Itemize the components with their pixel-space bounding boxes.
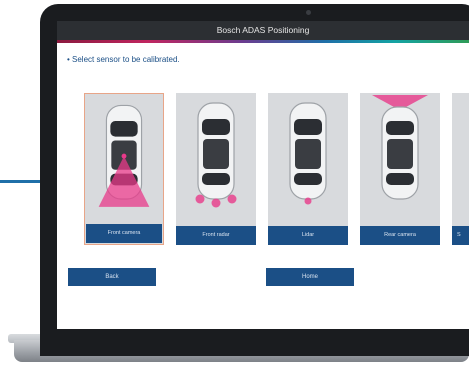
back-button[interactable]: Back bbox=[68, 268, 156, 286]
sensor-tile-front-camera[interactable]: Front camera bbox=[84, 93, 164, 245]
brand-color-stripe bbox=[57, 40, 469, 43]
home-button[interactable]: Home bbox=[266, 268, 354, 286]
sensor-label: Front camera bbox=[86, 224, 162, 243]
sensor-label: Rear camera bbox=[360, 226, 440, 245]
sensor-label: Front radar bbox=[176, 226, 256, 245]
sensor-tile-front-radar[interactable]: Front radar bbox=[176, 93, 256, 245]
window-title: Bosch ADAS Positioning bbox=[57, 21, 469, 40]
car-front-camera-icon bbox=[98, 104, 150, 207]
sensor-label: S bbox=[452, 226, 469, 245]
car-rear-camera-icon bbox=[372, 95, 428, 200]
sensor-tile-rear-camera[interactable]: Rear camera bbox=[360, 93, 440, 245]
car-lidar-icon bbox=[289, 102, 327, 205]
webcam-icon bbox=[306, 10, 311, 15]
sensor-tile-partial[interactable]: S bbox=[452, 93, 469, 245]
app-screen: Bosch ADAS Positioning • Select sensor t… bbox=[57, 21, 469, 329]
instruction-text: • Select sensor to be calibrated. bbox=[67, 55, 180, 64]
sensor-tile-lidar[interactable]: Lidar bbox=[268, 93, 348, 245]
sensor-label: Lidar bbox=[268, 226, 348, 245]
car-front-radar-icon bbox=[195, 102, 237, 208]
